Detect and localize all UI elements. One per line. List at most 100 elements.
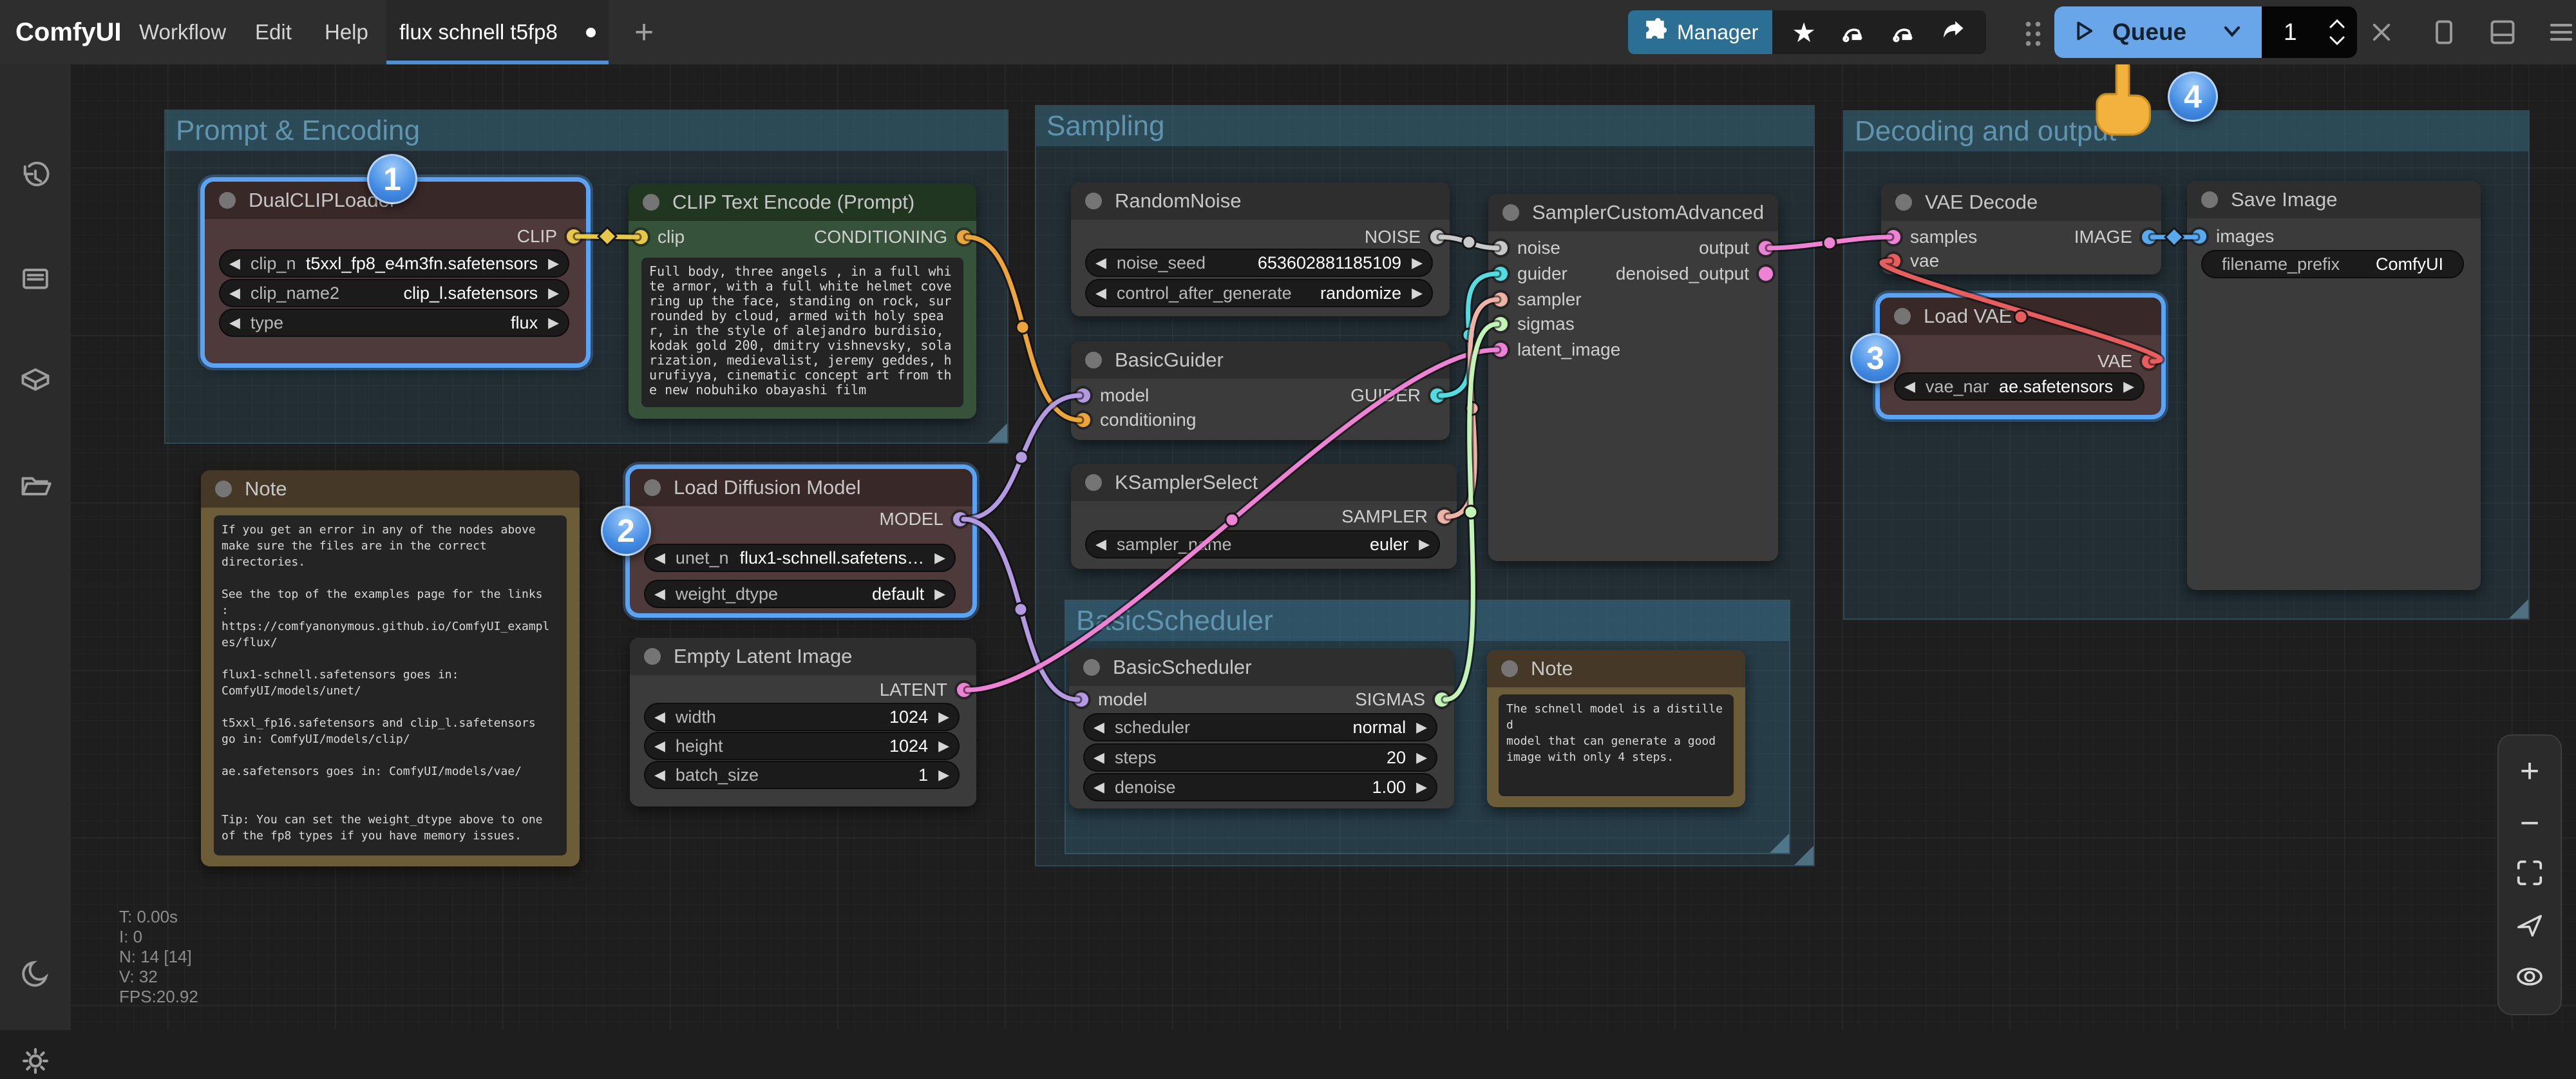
note-text-area[interactable]: The schnell model is a distilled model t… xyxy=(1499,694,1734,796)
widget-noise-seed[interactable]: ◀noise_seed653602881185109▶ xyxy=(1085,249,1433,277)
collapse-dot-icon[interactable] xyxy=(643,194,659,211)
widget-next-icon[interactable]: ▶ xyxy=(938,738,949,754)
widget-prev-icon[interactable]: ◀ xyxy=(654,738,665,754)
input-port-images[interactable]: images xyxy=(2192,224,2274,249)
share-icon[interactable] xyxy=(1938,17,1967,48)
queue-options-chevron-icon[interactable] xyxy=(2219,18,2245,47)
port-dot-icon[interactable] xyxy=(1886,230,1900,244)
node-header[interactable]: Load VAE xyxy=(1880,298,2161,335)
history-icon[interactable] xyxy=(17,159,53,195)
node-note[interactable]: Note If you get an error in any of the no… xyxy=(201,470,580,866)
notification-icon-2[interactable] xyxy=(1888,17,1917,48)
eye-icon[interactable] xyxy=(2514,961,2545,995)
output-port-vae[interactable]: VAE xyxy=(2098,349,2156,374)
widget-height[interactable]: ◀height1024▶ xyxy=(644,732,960,760)
workflow-tab[interactable]: flux schnell t5fp8 xyxy=(386,0,609,64)
output-port-conditioning[interactable]: CONDITIONING xyxy=(814,224,971,250)
input-port-model[interactable]: model xyxy=(1076,383,1149,408)
collapse-dot-icon[interactable] xyxy=(215,481,232,497)
output-port-model[interactable]: MODEL xyxy=(879,506,967,532)
port-dot-icon[interactable] xyxy=(2192,229,2206,243)
input-port-sampler[interactable]: sampler xyxy=(1493,287,1582,312)
collapse-dot-icon[interactable] xyxy=(1894,308,1911,325)
widget-next-icon[interactable]: ▶ xyxy=(938,709,949,725)
group-resize-handle[interactable] xyxy=(1770,834,1789,853)
input-port-vae[interactable]: vae xyxy=(1886,248,1939,274)
widget-filename-prefix[interactable]: filename_prefixComfyUI xyxy=(2201,250,2464,278)
widget-next-icon[interactable]: ▶ xyxy=(1419,536,1430,553)
widget-scheduler[interactable]: ◀schedulernormal▶ xyxy=(1083,713,1437,741)
widget-weight-dtype[interactable]: ◀weight_dtypedefault▶ xyxy=(644,580,956,608)
group-title[interactable]: Sampling xyxy=(1036,106,1814,146)
manager-button[interactable]: Manager xyxy=(1628,10,1772,54)
input-port-conditioning[interactable]: conditioning xyxy=(1076,407,1196,433)
node-library-icon[interactable] xyxy=(17,362,53,398)
port-dot-icon[interactable] xyxy=(1493,292,1508,307)
output-port-noise[interactable]: NOISE xyxy=(1365,224,1444,250)
node-header[interactable]: Note xyxy=(201,470,580,508)
output-port-sampler[interactable]: SAMPLER xyxy=(1341,504,1452,530)
collapse-dot-icon[interactable] xyxy=(1895,194,1912,211)
widget-next-icon[interactable]: ▶ xyxy=(1412,285,1423,301)
node-empty-latent-image[interactable]: Empty Latent ImageLATENT◀width1024▶◀heig… xyxy=(630,638,976,807)
port-dot-icon[interactable] xyxy=(957,683,971,697)
widget-next-icon[interactable]: ▶ xyxy=(1416,749,1427,766)
collapse-dot-icon[interactable] xyxy=(644,648,661,665)
prompt-text-area[interactable]: Full body, three angels , in a full whit… xyxy=(641,258,963,407)
widget-next-icon[interactable]: ▶ xyxy=(2123,378,2134,395)
widget-next-icon[interactable]: ▶ xyxy=(548,255,559,272)
node-header[interactable]: BasicScheduler xyxy=(1069,649,1454,686)
settings-gear-icon[interactable] xyxy=(17,1043,53,1079)
widget-control-after-generate[interactable]: ◀control_after_generaterandomize▶ xyxy=(1085,279,1433,307)
widget-prev-icon[interactable]: ◀ xyxy=(1904,378,1915,395)
collapse-dot-icon[interactable] xyxy=(2201,191,2218,208)
output-port-latent[interactable]: LATENT xyxy=(880,677,971,703)
widget-unet-name[interactable]: ◀unet_nameflux1-schnell.safetens…▶ xyxy=(644,544,956,572)
widget-prev-icon[interactable]: ◀ xyxy=(654,549,665,566)
collapse-dot-icon[interactable] xyxy=(219,192,236,209)
widget-prev-icon[interactable]: ◀ xyxy=(229,255,240,272)
widget-next-icon[interactable]: ▶ xyxy=(1412,254,1423,271)
app-logo[interactable]: ComfyUI xyxy=(15,0,121,64)
widget-next-icon[interactable]: ▶ xyxy=(1416,719,1427,736)
widget-prev-icon[interactable]: ◀ xyxy=(1094,719,1104,736)
node-clip-text-encode-prompt[interactable]: CLIP Text Encode (Prompt)clipCONDITIONIN… xyxy=(629,184,976,419)
widget-denoise[interactable]: ◀denoise1.00▶ xyxy=(1083,773,1437,801)
port-dot-icon[interactable] xyxy=(1074,692,1088,707)
widget-prev-icon[interactable]: ◀ xyxy=(654,709,665,725)
node-header[interactable]: Note xyxy=(1487,650,1745,687)
widget-next-icon[interactable]: ▶ xyxy=(548,285,559,301)
port-dot-icon[interactable] xyxy=(1886,254,1900,268)
output-port-image[interactable]: IMAGE xyxy=(2074,224,2156,250)
input-port-guider[interactable]: guider xyxy=(1493,261,1567,287)
collapse-dot-icon[interactable] xyxy=(1501,660,1518,677)
node-header[interactable]: Empty Latent Image xyxy=(630,638,976,675)
navigate-icon[interactable] xyxy=(2515,910,2544,942)
log-icon[interactable] xyxy=(17,260,53,296)
port-dot-icon[interactable] xyxy=(2142,230,2156,244)
widget-sampler-name[interactable]: ◀sampler_nameeuler▶ xyxy=(1085,530,1440,559)
input-port-model[interactable]: model xyxy=(1074,687,1147,712)
node-dualcliploader[interactable]: DualCLIPLoaderCLIP◀clip_name1t5xxl_fp8_e… xyxy=(205,182,586,363)
group-resize-handle[interactable] xyxy=(988,423,1007,443)
port-dot-icon[interactable] xyxy=(1435,692,1449,707)
node-header[interactable]: CLIP Text Encode (Prompt) xyxy=(629,184,976,221)
note-text-area[interactable]: If you get an error in any of the nodes … xyxy=(214,515,567,855)
menu-help[interactable]: Help xyxy=(325,0,368,64)
queue-button[interactable]: Queue xyxy=(2054,6,2262,58)
output-port-clip[interactable]: CLIP xyxy=(517,224,581,249)
widget-next-icon[interactable]: ▶ xyxy=(548,314,559,331)
node-note[interactable]: Note The schnell model is a distilled mod… xyxy=(1487,650,1745,807)
close-icon[interactable] xyxy=(2362,0,2401,64)
port-dot-icon[interactable] xyxy=(957,230,971,244)
input-port-noise[interactable]: noise xyxy=(1493,235,1560,261)
output-port-output[interactable]: output xyxy=(1699,235,1773,261)
group-title[interactable]: BasicScheduler xyxy=(1066,601,1789,641)
widget-next-icon[interactable]: ▶ xyxy=(938,767,949,783)
widget-next-icon[interactable]: ▶ xyxy=(934,586,945,602)
widget-prev-icon[interactable]: ◀ xyxy=(229,314,240,331)
batch-count-stepper[interactable]: 1 xyxy=(2262,6,2357,58)
widget-vae-name[interactable]: ◀vae_nameae.safetensors▶ xyxy=(1894,372,2145,401)
widget-clip-name1[interactable]: ◀clip_name1t5xxl_fp8_e4m3fn.safetensors▶ xyxy=(219,249,569,278)
collapse-dot-icon[interactable] xyxy=(1083,659,1100,676)
